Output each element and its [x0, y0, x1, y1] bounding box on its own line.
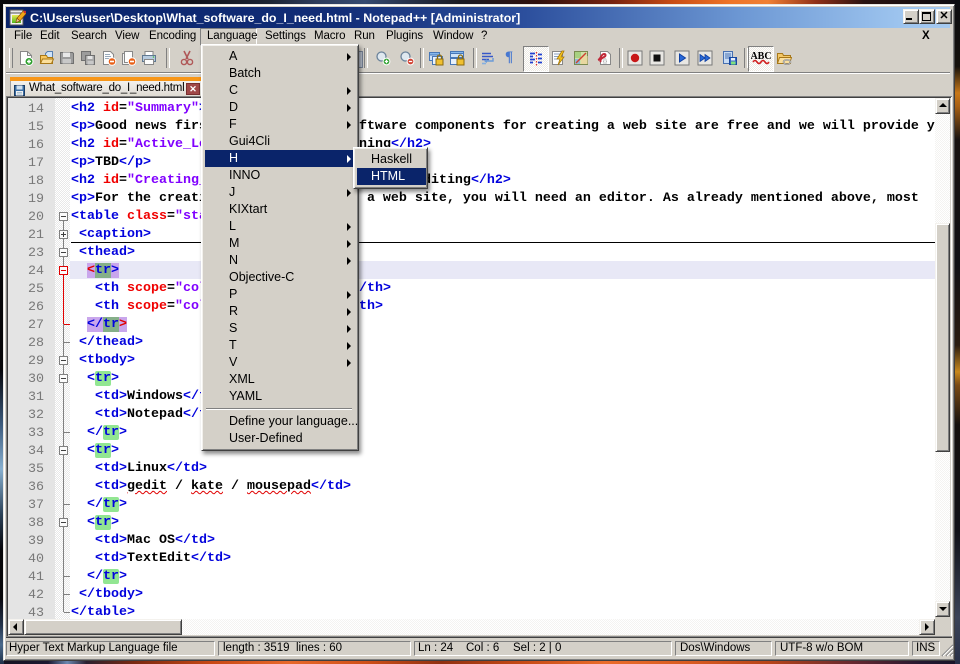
svg-text:{}: {}: [603, 59, 607, 65]
